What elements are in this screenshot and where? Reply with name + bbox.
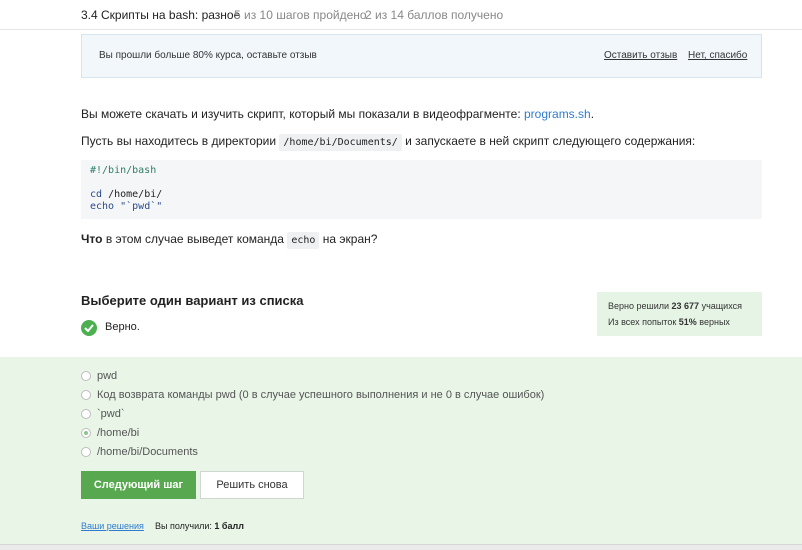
no-thanks-link[interactable]: Нет, спасибо <box>688 50 747 61</box>
stats-attempts: Из всех попыток 51% верных <box>608 316 751 332</box>
radio-button-selected[interactable] <box>81 428 91 438</box>
directory-path-code: /home/bi/Documents/ <box>279 134 402 151</box>
option-label: /home/bi/Documents <box>97 446 198 458</box>
option-label: pwd <box>97 370 118 382</box>
stats-attempts-percent: 51% <box>678 317 697 327</box>
steps-progress: 5 из 10 шагов пройдено <box>234 8 367 22</box>
stats-solved: Верно решили 23 677 учащихся <box>608 300 751 316</box>
stats-solved-prefix: Верно решили <box>608 301 672 311</box>
score-text: Вы получили: 1 балл <box>155 521 244 531</box>
score-prefix: Вы получили: <box>155 521 215 531</box>
next-step-button[interactable]: Следующий шаг <box>81 471 196 499</box>
code-cd-command: cd <box>90 189 103 200</box>
download-text-end: . <box>590 107 595 121</box>
code-echo-argument: "`pwd`" <box>114 201 163 212</box>
script-code-block: #!/bin/bash cd /home/bi/ echo "`pwd`" <box>81 160 762 219</box>
download-text: Вы можете скачать и изучить скрипт, кото… <box>81 107 524 121</box>
option-label: /home/bi <box>97 427 140 439</box>
check-circle-icon <box>81 320 97 336</box>
leave-review-link[interactable]: Оставить отзыв <box>604 50 677 61</box>
code-line-echo: echo "`pwd`" <box>90 201 753 213</box>
code-line-cd: cd /home/bi/ <box>90 189 753 201</box>
lesson-header: 3.4 Скрипты на bash: разное 5 из 10 шаго… <box>0 0 802 30</box>
stats-panel: Верно решили 23 677 учащихся Из всех поп… <box>597 292 762 336</box>
stats-solved-suffix: учащихся <box>699 301 742 311</box>
directory-text-after: и запускаете в ней скрипт следующего сод… <box>401 134 696 148</box>
download-paragraph: Вы можете скачать и изучить скрипт, кото… <box>81 107 594 121</box>
option-label: `pwd` <box>97 408 125 420</box>
points-progress: 2 из 14 баллов получено <box>365 8 504 22</box>
question-paragraph: Что в этом случае выведет команда echo н… <box>81 232 378 249</box>
option-label: Код возврата команды pwd (0 в случае усп… <box>97 389 545 401</box>
programs-sh-link[interactable]: programs.sh <box>524 107 591 121</box>
review-message: Вы прошли больше 80% курса, оставьте отз… <box>99 50 317 61</box>
question-text: в этом случае выведет команда <box>102 232 288 246</box>
verdict-text: Верно. <box>105 321 140 333</box>
stats-attempts-suffix: верных <box>696 317 730 327</box>
review-banner: Вы прошли больше 80% курса, оставьте отз… <box>81 34 762 78</box>
score-value: 1 балл <box>214 521 244 531</box>
radio-button[interactable] <box>81 409 91 419</box>
radio-button[interactable] <box>81 447 91 457</box>
question-text-end: на экран? <box>319 232 378 246</box>
code-echo-command: echo <box>90 201 115 212</box>
directory-paragraph: Пусть вы находитесь в директории /home/b… <box>81 134 696 151</box>
bottom-divider <box>0 544 802 550</box>
quiz-title: Выберите один вариант из списка <box>81 293 304 308</box>
your-solutions-link[interactable]: Ваши решения <box>81 521 144 531</box>
question-echo-code: echo <box>287 232 320 249</box>
question-bold-word: Что <box>81 232 103 246</box>
stats-solved-count: 23 677 <box>671 301 700 311</box>
code-cd-argument: /home/bi/ <box>102 189 163 200</box>
radio-button[interactable] <box>81 390 91 400</box>
directory-text-before: Пусть вы находитесь в директории <box>81 134 280 148</box>
code-line-shebang: #!/bin/bash <box>90 165 157 176</box>
radio-button[interactable] <box>81 371 91 381</box>
stats-attempts-prefix: Из всех попыток <box>608 317 679 327</box>
lesson-title: 3.4 Скрипты на bash: разное <box>81 8 241 22</box>
solve-again-button[interactable]: Решить снова <box>200 471 304 499</box>
